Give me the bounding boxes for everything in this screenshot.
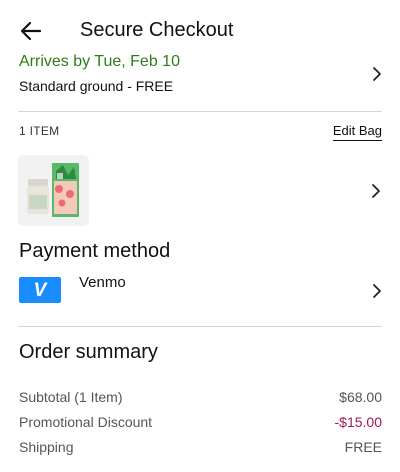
shipping-label: Shipping bbox=[19, 439, 74, 455]
delivery-chevron-right-icon[interactable] bbox=[371, 66, 383, 82]
product-image bbox=[18, 155, 89, 226]
divider bbox=[18, 326, 382, 327]
discount-label: Promotional Discount bbox=[19, 414, 153, 430]
product-thumbnail[interactable] bbox=[18, 155, 89, 226]
venmo-logo-letter: V bbox=[33, 279, 47, 301]
venmo-logo: V bbox=[19, 277, 61, 303]
subtotal-label: Subtotal (1 Item) bbox=[19, 389, 123, 405]
subtotal-value: $68.00 bbox=[339, 389, 382, 405]
order-summary-heading: Order summary bbox=[19, 341, 158, 363]
shipping-value: FREE bbox=[344, 439, 382, 455]
payment-method-heading: Payment method bbox=[19, 240, 171, 262]
shipping-method: Standard ground - FREE bbox=[19, 78, 174, 94]
bag-chevron-right-icon[interactable] bbox=[370, 183, 382, 199]
item-count: 1 ITEM bbox=[19, 124, 60, 138]
edit-bag-link[interactable]: Edit Bag bbox=[332, 123, 382, 141]
back-arrow-icon[interactable] bbox=[20, 20, 42, 42]
discount-value: -$15.00 bbox=[334, 414, 382, 430]
page-title: Secure Checkout bbox=[80, 19, 234, 41]
payment-method-label: Venmo bbox=[79, 274, 126, 291]
divider bbox=[18, 111, 382, 112]
delivery-date: Arrives by Tue, Feb 10 bbox=[19, 53, 180, 70]
payment-chevron-right-icon[interactable] bbox=[371, 283, 383, 299]
